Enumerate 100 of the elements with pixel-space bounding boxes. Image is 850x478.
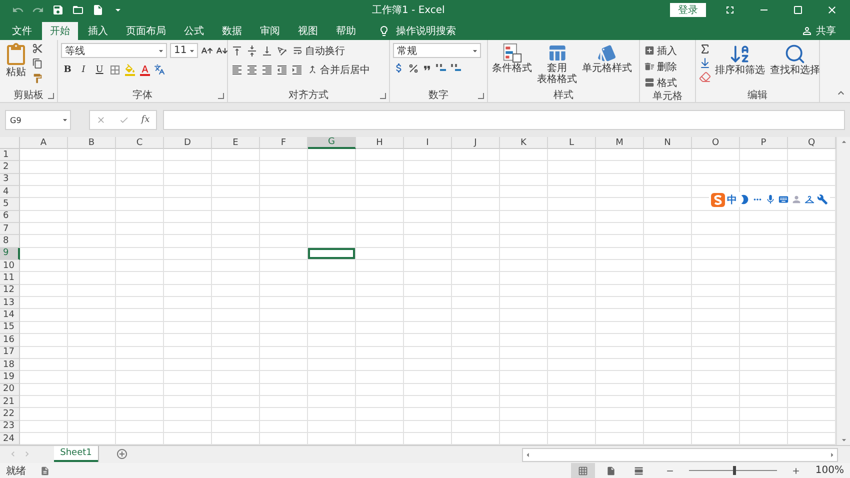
share-button[interactable]: 共享 (795, 22, 842, 40)
cells-command-button[interactable]: 删除 (643, 59, 678, 74)
column-header[interactable]: C (116, 137, 164, 149)
ribbon-tab[interactable]: 审阅 (252, 22, 288, 40)
macro-record-icon[interactable] (40, 466, 50, 476)
ribbon-tab[interactable]: 开始 (42, 22, 78, 40)
orientation-icon[interactable] (276, 44, 288, 56)
row-header[interactable]: 24 (0, 432, 20, 445)
enter-icon[interactable] (118, 115, 129, 125)
font-style-button[interactable]: I (77, 62, 90, 77)
percent-icon[interactable] (408, 62, 419, 74)
row-header[interactable]: 9 (0, 248, 20, 260)
align-middle-icon[interactable] (246, 44, 258, 56)
formula-input[interactable] (163, 110, 845, 130)
font-style-button[interactable]: B (61, 62, 74, 77)
column-header[interactable]: K (500, 137, 548, 149)
align-left-icon[interactable] (231, 64, 243, 76)
row-header[interactable]: 16 (0, 334, 20, 346)
ribbon-tab[interactable]: 插入 (80, 22, 116, 40)
row-header[interactable]: 1 (0, 149, 20, 162)
font-color-icon[interactable] (139, 64, 151, 76)
borders-icon[interactable] (109, 64, 121, 76)
format-painter-icon[interactable] (32, 73, 43, 84)
select-all-button[interactable] (0, 137, 20, 149)
style-command-button[interactable]: 套用 表格格式 (536, 43, 578, 89)
add-sheet-icon[interactable] (116, 448, 128, 460)
microphone-icon[interactable] (765, 194, 776, 205)
sum-icon[interactable] (699, 43, 711, 55)
row-header[interactable]: 20 (0, 384, 20, 396)
row-header[interactable]: 19 (0, 371, 20, 384)
horizontal-scrollbar[interactable] (522, 448, 838, 462)
zoom-slider-thumb[interactable] (733, 466, 736, 475)
insert-function-button[interactable]: fx (141, 115, 150, 125)
column-header[interactable]: O (692, 137, 740, 149)
row-header[interactable]: 23 (0, 420, 20, 433)
sign-in-button[interactable]: 登录 (670, 3, 706, 17)
column-header[interactable]: Q (788, 137, 836, 149)
increase-decimal-icon[interactable] (435, 63, 447, 73)
align-center-icon[interactable] (246, 64, 258, 76)
new-file-icon[interactable] (92, 4, 104, 16)
eraser-icon[interactable] (699, 71, 711, 83)
number-format-field[interactable]: 常规 (393, 43, 481, 58)
column-header[interactable]: N (644, 137, 692, 149)
style-command-button[interactable]: 单元格样式 (581, 43, 633, 89)
row-header[interactable]: 21 (0, 396, 20, 408)
column-header[interactable]: F (260, 137, 308, 149)
folder-icon[interactable] (72, 4, 84, 16)
row-header[interactable]: 13 (0, 297, 20, 310)
save-icon[interactable] (52, 4, 64, 16)
ribbon-tab[interactable]: 文件 (4, 22, 40, 40)
ribbon-tab[interactable]: 数据 (214, 22, 250, 40)
zoom-in-icon[interactable] (791, 466, 802, 476)
decrease-decimal-icon[interactable] (450, 63, 462, 73)
dialog-launcher-icon[interactable] (218, 93, 224, 99)
ribbon-tab[interactable]: 帮助 (328, 22, 364, 40)
column-header[interactable]: A (20, 137, 68, 149)
row-header[interactable]: 18 (0, 358, 20, 372)
row-header[interactable]: 22 (0, 408, 20, 421)
fill-color-icon[interactable] (124, 64, 136, 76)
cut-icon[interactable] (32, 43, 43, 54)
row-header[interactable]: 6 (0, 210, 20, 224)
row-header[interactable]: 15 (0, 322, 20, 334)
row-header[interactable]: 11 (0, 272, 20, 285)
selected-cell[interactable] (308, 248, 356, 260)
row-header[interactable]: 7 (0, 223, 20, 236)
align-bottom-icon[interactable] (261, 44, 273, 56)
keyboard-icon[interactable] (778, 194, 789, 205)
ribbon-tab[interactable]: 公式 (176, 22, 212, 40)
moon-icon[interactable] (739, 194, 750, 205)
column-header[interactable]: I (404, 137, 452, 149)
fill-icon[interactable] (699, 57, 711, 69)
cells-command-button[interactable]: 格式 (643, 75, 678, 90)
column-header[interactable]: M (596, 137, 644, 149)
merge-center-button[interactable]: 合并后居中 (306, 62, 371, 77)
column-header[interactable]: H (356, 137, 404, 149)
column-header[interactable]: B (68, 137, 116, 149)
row-header[interactable]: 3 (0, 174, 20, 186)
comma-style-icon[interactable] (422, 63, 432, 73)
font-size-field[interactable]: 11 (170, 43, 198, 58)
row-header[interactable]: 12 (0, 284, 20, 298)
column-header[interactable]: G (308, 137, 356, 149)
ribbon-tab[interactable]: 视图 (290, 22, 326, 40)
font-style-button[interactable]: U (93, 62, 106, 77)
column-header[interactable]: D (164, 137, 212, 149)
column-header[interactable]: E (212, 137, 260, 149)
row-header[interactable]: 8 (0, 235, 20, 248)
wrap-text-button[interactable]: 自动换行 (291, 43, 346, 58)
row-header[interactable]: 5 (0, 198, 20, 211)
editing-command-button[interactable]: 排序和筛选 (714, 43, 766, 89)
cells-command-button[interactable]: 插入 (643, 43, 678, 58)
person-icon[interactable] (791, 194, 802, 205)
column-header[interactable]: J (452, 137, 500, 149)
indent-icon[interactable] (291, 64, 303, 76)
maximize-icon[interactable] (792, 4, 804, 16)
editing-command-button[interactable]: 查找和选择 (769, 43, 821, 89)
ribbon-display-icon[interactable] (724, 4, 736, 16)
sheet-tab[interactable]: Sheet1 (54, 446, 98, 462)
cancel-icon[interactable] (96, 115, 106, 125)
column-header[interactable]: L (548, 137, 596, 149)
dialog-launcher-icon[interactable] (48, 93, 54, 99)
